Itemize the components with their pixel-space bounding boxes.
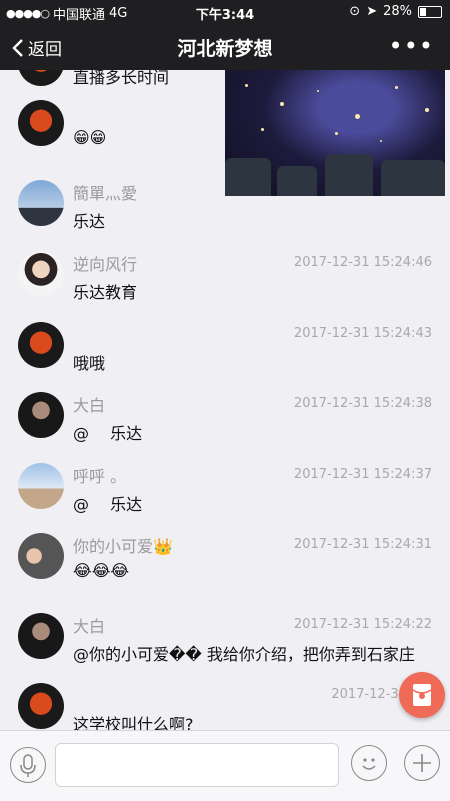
more-button[interactable]: ••• <box>389 32 434 60</box>
message-text: 直播多长时间 <box>73 70 170 87</box>
chat-message[interactable]: 呼呼 。 2017-12-31 15:24:37 @ 乐达 <box>18 463 438 523</box>
chat-message[interactable]: 2017-12-31 15: 这学校叫什么啊? <box>18 683 438 730</box>
page-title: 河北新梦想 <box>177 38 273 60</box>
avatar[interactable] <box>18 613 64 659</box>
light-dot <box>261 128 264 131</box>
battery-icon <box>418 5 442 18</box>
smiley-icon <box>362 758 376 770</box>
message-text: 乐达教育 <box>73 283 138 302</box>
chat-message[interactable]: 大白 2017-12-31 15:24:38 @ 乐达 <box>18 392 438 452</box>
avatar[interactable] <box>18 463 64 509</box>
sender-name: 你的小可爱👑 <box>73 537 173 556</box>
avatar[interactable] <box>18 392 64 438</box>
avatar[interactable] <box>18 100 64 146</box>
light-dot <box>335 132 338 135</box>
message-time: 2017-12-31 15:24:43 <box>293 326 432 341</box>
light-dot <box>317 90 319 92</box>
message-time: 2017-12-31 15:24:22 <box>293 617 432 632</box>
battery-fill <box>420 7 426 16</box>
avatar[interactable] <box>18 180 64 226</box>
message-text: 乐达 <box>73 212 106 231</box>
light-dot <box>280 102 284 106</box>
message-time: 2017-12-31 15:24:37 <box>293 467 432 482</box>
red-packet-button[interactable] <box>399 672 445 718</box>
light-dot <box>395 86 398 89</box>
seat <box>277 166 317 196</box>
nav-bar: 返回 河北新梦想 ••• <box>0 24 450 70</box>
microphone-icon <box>20 754 36 777</box>
seat <box>225 158 271 196</box>
input-bar <box>0 730 450 801</box>
sender-name: 呼呼 。 <box>73 467 127 486</box>
location-icon: ➤ <box>366 4 378 19</box>
avatar[interactable] <box>18 251 64 297</box>
message-time: 2017-12-31 15:24:46 <box>293 255 432 270</box>
message-text: 😂😂😂 <box>73 561 130 580</box>
plus-icon <box>413 754 431 772</box>
message-text: 哦哦 <box>73 354 106 373</box>
chat-message[interactable]: 你的小可爱👑 2017-12-31 15:24:31 😂😂😂 <box>18 533 438 593</box>
avatar[interactable] <box>18 683 64 729</box>
message-text: @ 乐达 <box>73 495 143 514</box>
message-text: @ 乐达 <box>73 424 143 443</box>
status-bar: ●●●●○ 中国联通 4G 下午3:44 ⊙ ➤ 28% <box>0 0 450 24</box>
sender-name: 大白 <box>73 617 106 636</box>
message-input[interactable] <box>55 743 339 787</box>
light-dot <box>425 108 429 112</box>
red-envelope-icon <box>412 684 432 706</box>
chat-message[interactable]: 大白 2017-12-31 15:24:22 @你的小可爱�� 我给你介绍，把你… <box>18 613 438 673</box>
voice-button[interactable] <box>10 747 46 783</box>
status-right: ⊙ ➤ 28% <box>349 4 442 19</box>
seat <box>325 154 373 196</box>
message-text: 这学校叫什么啊? <box>73 715 194 730</box>
chat-message[interactable]: 2017-12-31 15:24:43 哦哦 <box>18 322 438 382</box>
avatar[interactable] <box>18 533 64 579</box>
sender-name: 大白 <box>73 396 106 415</box>
avatar[interactable] <box>18 70 64 86</box>
message-text: 😁😁 <box>73 128 107 147</box>
seat <box>381 160 445 196</box>
battery-label: 28% <box>383 4 412 19</box>
rotation-lock-icon: ⊙ <box>349 4 361 19</box>
message-time: 2017-12-31 15:24:38 <box>293 396 432 411</box>
light-dot <box>355 114 360 119</box>
light-dot <box>380 140 382 142</box>
chat-message[interactable]: 逆向风行 2017-12-31 15:24:46 乐达教育 <box>18 251 438 311</box>
more-options-button[interactable] <box>404 745 440 781</box>
message-time: 2017-12-31 15:24:31 <box>293 537 432 552</box>
light-dot <box>245 84 248 87</box>
avatar[interactable] <box>18 322 64 368</box>
message-text: @你的小可爱�� 我给你介绍，把你弄到石家庄 <box>73 645 415 664</box>
emoji-button[interactable] <box>351 745 387 781</box>
sender-name: 簡單灬愛 <box>73 184 138 203</box>
sender-name: 逆向风行 <box>73 255 138 274</box>
live-video-thumbnail[interactable] <box>225 70 445 196</box>
